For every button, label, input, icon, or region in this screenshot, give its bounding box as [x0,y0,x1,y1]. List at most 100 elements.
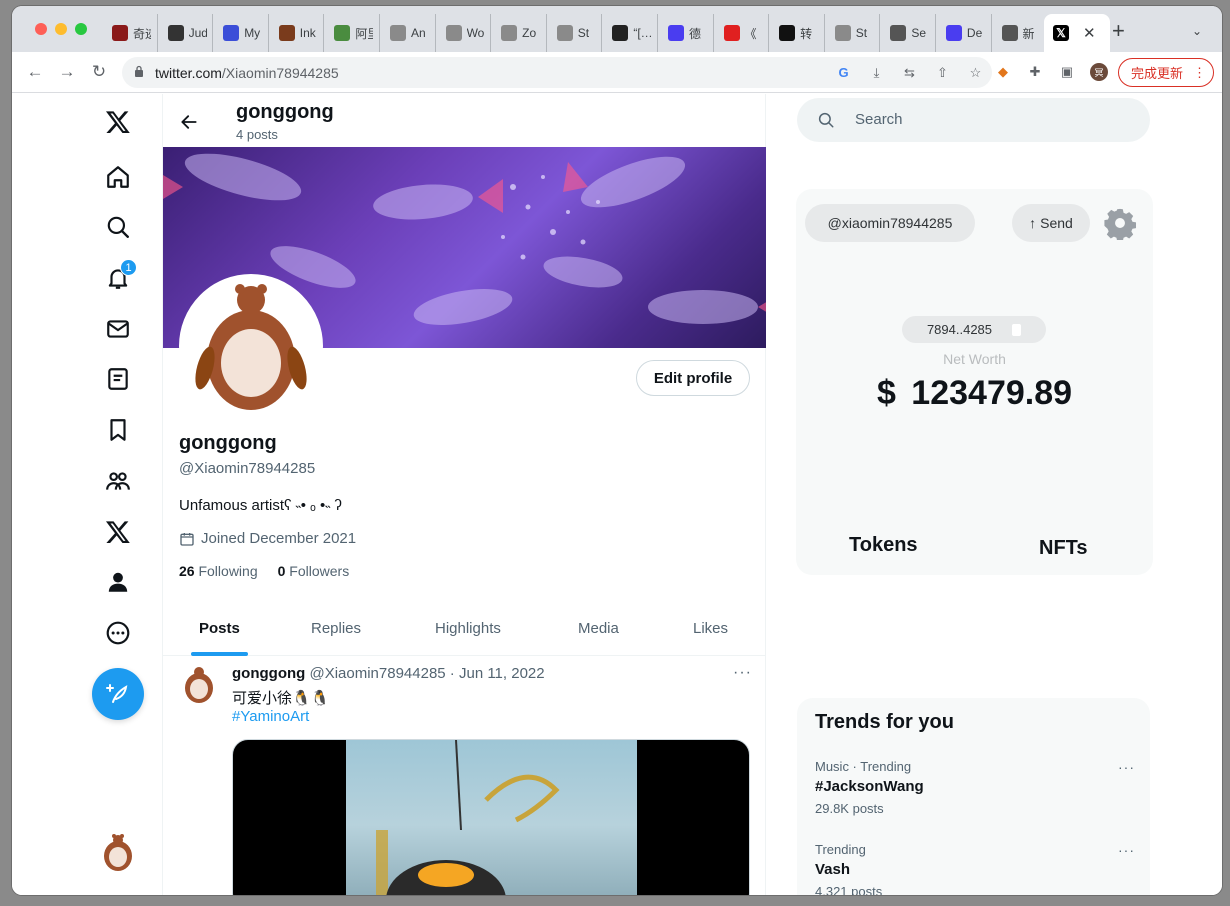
tweet-avatar[interactable] [179,664,219,704]
red-figure-icon [112,25,128,41]
browser-tab[interactable]: De [936,14,992,52]
back-arrow-icon[interactable] [177,110,201,134]
more-horizontal-icon[interactable]: ··· [1118,759,1135,775]
tab-title: St [577,26,590,40]
browser-tab[interactable]: Wo [436,14,492,52]
header-post-count: 4 posts [236,127,278,142]
tab-posts[interactable]: Posts [199,620,240,637]
copy-icon[interactable] [1012,323,1022,336]
communities-icon[interactable] [104,467,132,495]
notification-badge: 1 [120,259,137,276]
browser-tab[interactable]: 阿里 [324,14,380,52]
edit-profile-button[interactable]: Edit profile [636,360,750,396]
wallet-address[interactable]: 7894..4285 [902,316,1046,343]
close-window-button[interactable] [35,23,47,35]
search-icon [818,112,834,128]
premium-x-icon[interactable] [104,518,132,546]
x-logo-icon[interactable] [104,108,132,136]
profile-handle: @Xiaomin78944285 [179,460,316,477]
minimize-window-button[interactable] [55,23,67,35]
browser-tab[interactable]: Zo [491,14,547,52]
tokens-tab[interactable]: Tokens [849,534,918,557]
address-bar[interactable]: twitter.com/Xiaomin78944285 G ⤓ ⇆ ⇧ ☆ [122,57,992,88]
more-circle-icon[interactable] [104,619,132,647]
tweet-hashtag[interactable]: #YaminoArt [232,708,309,725]
notifications-bell-icon[interactable]: 1 [104,259,137,292]
star-icon[interactable]: ☆ [967,64,984,81]
map-icon [334,25,351,41]
new-tab-button[interactable]: + [1112,20,1125,42]
update-button[interactable]: 完成更新 ⋮ [1118,58,1214,87]
home-icon[interactable] [104,163,132,191]
ink-logo-icon [278,25,295,41]
browser-tab[interactable]: 新 [992,14,1048,52]
browser-tab[interactable]: “[… [602,14,658,52]
lock-icon [135,65,143,77]
trend-name: Vash [815,861,851,878]
more-horizontal-icon[interactable]: ··· [1118,842,1135,858]
tab-list: 奇迹 Judge My Ink 阿里 An Wo Zo St “[… 德 《 转 St Se De 新 [102,14,1047,52]
browser-tab[interactable]: St [547,14,603,52]
nfts-tab[interactable]: NFTs [1039,537,1088,560]
trend-category: Trending [815,842,866,857]
grid-icon [167,25,184,41]
browser-tab[interactable]: Ink [269,14,325,52]
browser-tab[interactable]: 《 [714,14,770,52]
browser-tab[interactable]: 转 [769,14,825,52]
gear-icon[interactable] [1103,206,1137,240]
browser-tab[interactable]: St [825,14,881,52]
tab-active[interactable]: 𝕏 ✕ [1044,14,1110,52]
tab-media[interactable]: Media [578,620,619,637]
penguin-photo [346,740,637,895]
forward-arrow-icon[interactable]: → [56,61,78,83]
browser-tab[interactable]: Se [880,14,936,52]
metamask-fox-icon[interactable]: ◆ [994,63,1012,81]
browser-tab[interactable]: Judge [158,14,214,52]
tab-likes[interactable]: Likes [693,620,728,637]
tweet-media[interactable] [232,739,750,895]
tweet-text: 可爱小徐🐧🐧 [232,690,330,707]
extensions-puzzle-icon[interactable]: ✚ [1026,63,1044,81]
messages-envelope-icon[interactable] [104,315,132,343]
browser-tab[interactable]: 奇迹 [102,14,158,52]
bookmarks-icon[interactable] [104,416,132,444]
tab-title: 奇迹 [133,26,151,41]
search-input[interactable]: Search [797,98,1150,142]
tab-highlights[interactable]: Highlights [435,620,501,637]
back-arrow-icon[interactable]: ← [24,61,46,83]
reload-icon[interactable]: ↻ [88,61,110,83]
calendar-icon [180,532,194,546]
tweet-author-name[interactable]: gonggong [232,665,305,682]
profile-joined: Joined December 2021 [179,530,356,547]
close-icon[interactable]: ✕ [1083,24,1096,42]
tweet-more-icon[interactable]: ··· [733,664,752,682]
url-text: twitter.com/Xiaomin78944285 [155,65,339,81]
translate-icon[interactable]: ⇆ [901,64,918,81]
profile-avatar[interactable] [179,274,323,418]
tab-title: De [966,26,983,40]
wallet-handle-button[interactable]: @xiaomin78944285 [805,204,975,242]
wallet-send-button[interactable]: ↑ Send [1012,204,1090,242]
followers-link[interactable]: 0 Followers [278,563,350,579]
account-avatar[interactable] [98,832,138,872]
share-icon[interactable]: ⇧ [934,64,951,81]
profile-avatar-icon[interactable]: 冥 [1090,63,1108,81]
maximize-window-button[interactable] [75,23,87,35]
trend-item[interactable]: Trending Vash 4,321 posts ··· [815,842,1135,895]
browser-tab[interactable]: 德 [658,14,714,52]
chevron-down-icon[interactable]: ⌄ [1192,24,1202,38]
following-link[interactable]: 26 Following [179,563,258,579]
trend-count: 29.8K posts [815,801,884,816]
twitter-page: 1 gonggong 4 posts Edit profile gonggong… [12,94,1222,895]
lists-icon[interactable] [104,365,132,393]
profile-person-icon[interactable] [104,568,132,596]
side-panel-icon[interactable]: ▣ [1058,63,1076,81]
install-icon[interactable]: ⤓ [868,64,885,81]
compose-post-button[interactable] [92,668,144,720]
trend-item[interactable]: Music · Trending #JacksonWang 29.8K post… [815,759,1135,816]
browser-tab[interactable]: My [213,14,269,52]
search-icon[interactable] [104,213,132,241]
browser-tab[interactable]: An [380,14,436,52]
google-icon[interactable]: G [835,64,852,81]
tab-replies[interactable]: Replies [311,620,361,637]
